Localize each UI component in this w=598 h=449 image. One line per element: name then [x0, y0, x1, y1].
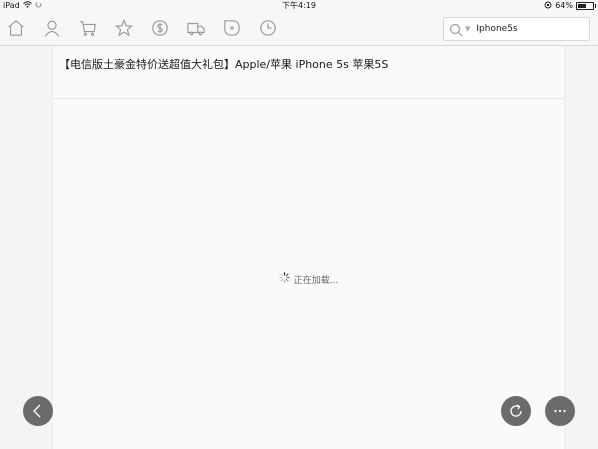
clock-icon[interactable] [257, 17, 279, 39]
battery-percent: 64% [555, 1, 573, 10]
status-time: 下午4:19 [282, 1, 316, 10]
search-box[interactable]: ▼ [443, 17, 590, 41]
loading-text: 正在加载... [293, 275, 339, 286]
star-icon[interactable] [113, 17, 135, 39]
tag-icon[interactable] [221, 17, 243, 39]
refresh-button[interactable] [501, 396, 531, 426]
back-button[interactable] [23, 396, 53, 426]
refresh-icon [510, 404, 522, 417]
chevron-left-icon [33, 404, 41, 418]
page-content: 【电信版土豪金特价送超值大礼包】Apple/苹果 iPhone 5s 苹果5S … [52, 46, 565, 449]
product-title: 【电信版土豪金特价送超值大礼包】Apple/苹果 iPhone 5s 苹果5S [59, 58, 389, 71]
battery-fill [578, 3, 587, 8]
more-icon [554, 409, 566, 413]
title-bar: 【电信版土豪金特价送超值大礼包】Apple/苹果 iPhone 5s 苹果5S [53, 46, 564, 99]
orientation-lock-icon [544, 1, 552, 11]
status-right: 64% [544, 0, 596, 11]
toolbar: ▼ [0, 11, 598, 46]
search-icon[interactable] [449, 22, 463, 37]
more-button[interactable] [545, 396, 575, 426]
home-icon[interactable] [5, 17, 27, 39]
battery-icon [576, 1, 596, 10]
search-input[interactable] [476, 24, 577, 34]
coupon-icon[interactable] [149, 17, 171, 39]
user-icon[interactable] [41, 17, 63, 39]
status-bar: iPad 下午4:19 64% [0, 0, 598, 11]
loading-indicator: 正在加载... [53, 272, 564, 286]
truck-icon[interactable] [185, 17, 207, 39]
cart-icon[interactable] [77, 17, 99, 39]
spinner-icon [278, 272, 290, 286]
search-dropdown-icon[interactable]: ▼ [465, 25, 470, 33]
